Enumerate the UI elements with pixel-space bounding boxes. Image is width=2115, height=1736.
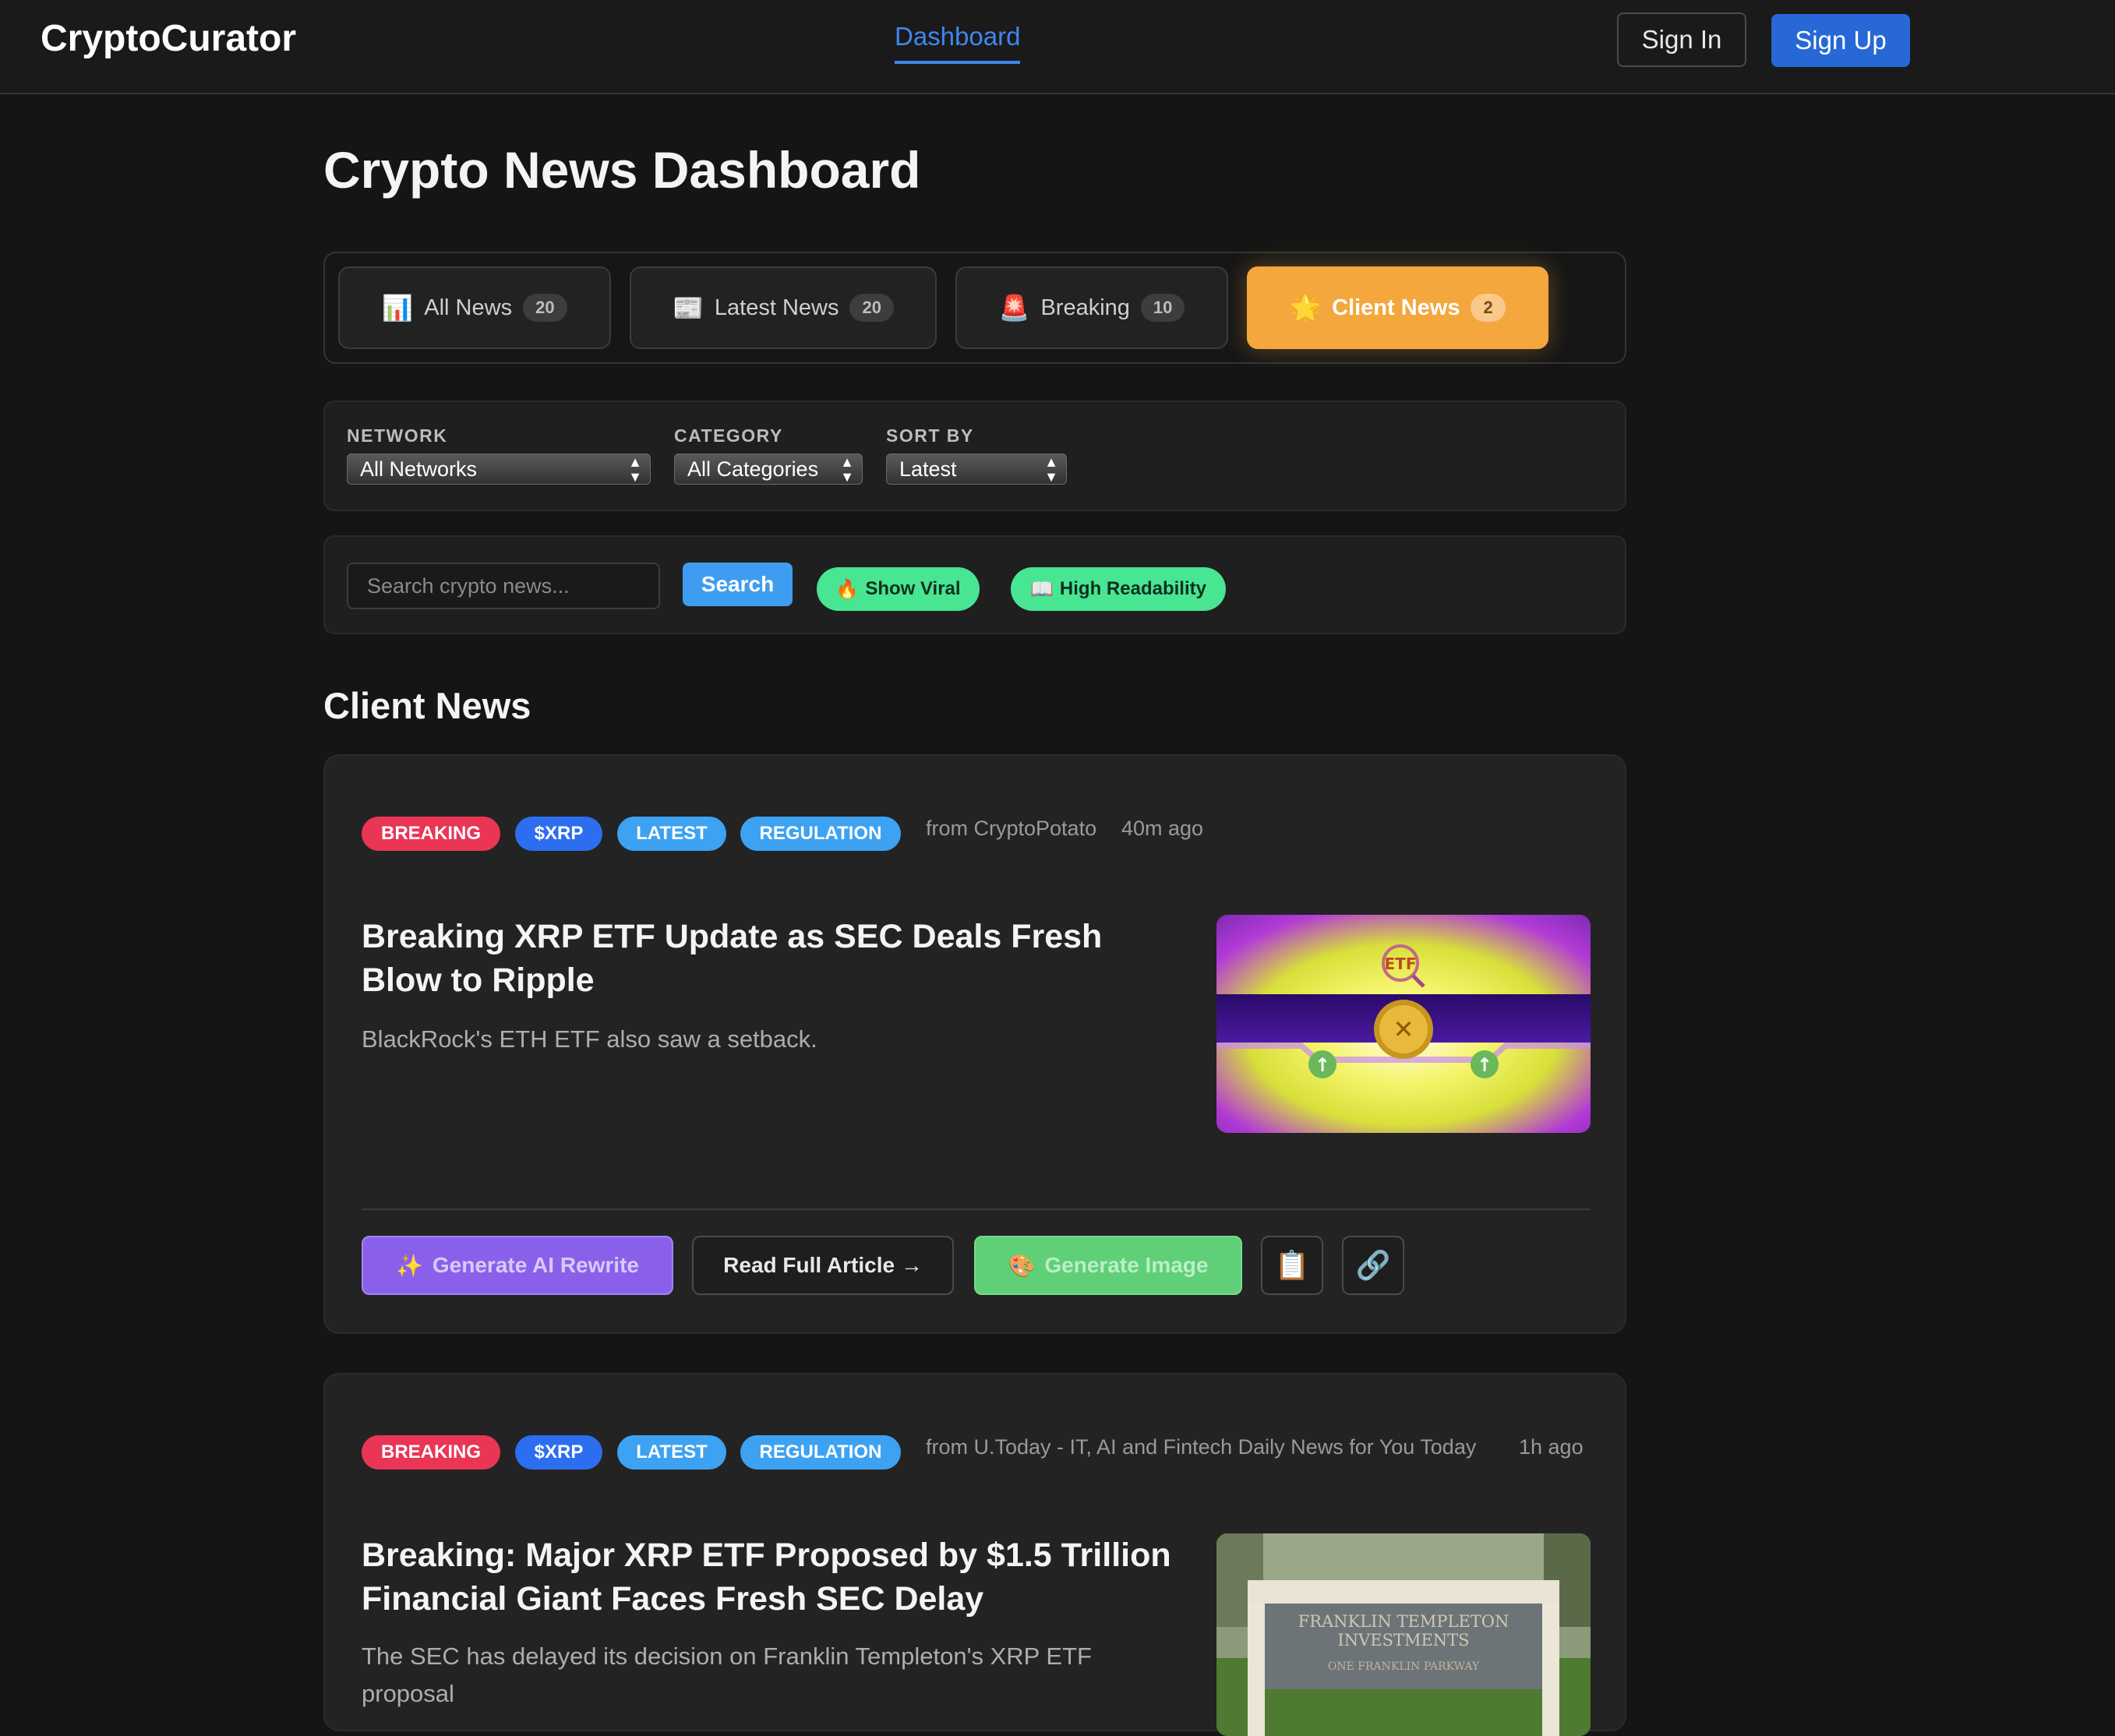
thumbnail-label: ETF	[1385, 954, 1417, 973]
news-card: BREAKING $XRP LATEST REGULATION from U.T…	[323, 1373, 1626, 1736]
tab-count-badge: 10	[1140, 294, 1185, 322]
generate-ai-rewrite-button[interactable]: ✨ Generate AI Rewrite	[362, 1236, 673, 1295]
siren-icon: 🚨	[998, 294, 1030, 322]
select-arrows-icon: ▲ ▼	[840, 454, 854, 485]
show-viral-label: Show Viral	[865, 578, 961, 599]
news-card: BREAKING $XRP LATEST REGULATION from Cry…	[323, 754, 1626, 1334]
tab-count-badge: 2	[1471, 294, 1506, 322]
sparkles-icon: ✨	[396, 1253, 423, 1278]
article-description: The SEC has delayed its decision on Fran…	[362, 1642, 1092, 1707]
card-divider	[362, 1208, 1591, 1210]
article-source: from CryptoPotato	[926, 817, 1097, 840]
palette-icon: 🎨	[1008, 1253, 1036, 1278]
tag-latest[interactable]: LATEST	[617, 817, 726, 851]
sign-up-button[interactable]: Sign Up	[1771, 14, 1910, 67]
category-select-value: All Categories	[687, 457, 819, 481]
article-title[interactable]: Breaking: Major XRP ETF Proposed by $1.5…	[362, 1533, 1172, 1621]
generate-image-button[interactable]: 🎨 Generate Image	[974, 1236, 1242, 1295]
tab-all-news[interactable]: 📊 All News 20	[338, 266, 611, 349]
copy-button[interactable]: 📋	[1261, 1236, 1323, 1295]
tag-latest[interactable]: LATEST	[617, 1435, 726, 1470]
tab-client-news[interactable]: 🌟 Client News 2	[1247, 266, 1548, 349]
clipboard-icon: 📋	[1274, 1249, 1310, 1281]
svg-text:↑: ↑	[1477, 1054, 1492, 1076]
tab-count-badge: 20	[523, 294, 567, 322]
link-icon: 🔗	[1355, 1249, 1391, 1281]
sort-select[interactable]: Latest ▲ ▼	[886, 453, 1067, 485]
star-icon: 🌟	[1290, 294, 1322, 322]
top-navbar: CryptoCurator Dashboard Sign In Sign Up	[0, 0, 2115, 94]
category-filter-label: CATEGORY	[674, 425, 783, 446]
svg-text:↑: ↑	[1315, 1054, 1330, 1076]
tag-breaking[interactable]: BREAKING	[362, 817, 500, 851]
select-arrows-icon: ▲ ▼	[1044, 454, 1058, 485]
network-select-value: All Networks	[360, 457, 478, 481]
news-tabs: 📊 All News 20 📰 Latest News 20 🚨 Breakin…	[323, 252, 1626, 364]
tag-regulation[interactable]: REGULATION	[740, 817, 901, 851]
thumbnail-sign-line-1: FRANKLIN TEMPLETON	[1298, 1612, 1509, 1631]
copy-link-button[interactable]: 🔗	[1342, 1236, 1404, 1295]
tag-coin[interactable]: $XRP	[515, 817, 602, 851]
search-panel: Search crypto news... Search 🔥 Show Vira…	[323, 535, 1626, 634]
high-readability-toggle[interactable]: 📖 High Readability	[1011, 567, 1226, 611]
bar-chart-icon: 📊	[382, 294, 414, 322]
sort-filter-label: SORT BY	[886, 425, 974, 446]
show-viral-toggle[interactable]: 🔥 Show Viral	[817, 567, 980, 611]
article-time: 40m ago	[1121, 817, 1204, 840]
article-thumbnail[interactable]: ✕ ETF ↑ ↑	[1216, 915, 1591, 1133]
tab-label: All News	[424, 295, 513, 320]
tab-label: Latest News	[714, 295, 839, 320]
article-thumbnail[interactable]: FRANKLIN TEMPLETON INVESTMENTS ONE FRANK…	[1216, 1533, 1591, 1736]
tab-count-badge: 20	[849, 294, 894, 322]
article-time: 1h ago	[1519, 1435, 1584, 1459]
read-full-article-button[interactable]: Read Full Article →	[692, 1236, 954, 1295]
sign-in-button[interactable]: Sign In	[1617, 12, 1746, 67]
newspaper-icon: 📰	[673, 294, 704, 322]
svg-text:✕: ✕	[1393, 1014, 1414, 1044]
brand-logo[interactable]: CryptoCurator	[41, 17, 296, 60]
select-arrows-icon: ▲ ▼	[628, 454, 642, 485]
filters-panel: NETWORK All Networks ▲ ▼ CATEGORY All Cat…	[323, 400, 1626, 511]
tag-regulation[interactable]: REGULATION	[740, 1435, 901, 1470]
tab-label: Breaking	[1040, 295, 1130, 320]
article-source: from U.Today - IT, AI and Fintech Daily …	[926, 1435, 1477, 1459]
thumbnail-sign-line-3: ONE FRANKLIN PARKWAY	[1328, 1660, 1480, 1673]
generate-ai-rewrite-label: Generate AI Rewrite	[432, 1253, 639, 1277]
sort-select-value: Latest	[899, 457, 957, 481]
network-select[interactable]: All Networks ▲ ▼	[347, 453, 651, 485]
nav-dashboard-link[interactable]: Dashboard	[895, 22, 1021, 64]
tab-latest-news[interactable]: 📰 Latest News 20	[630, 266, 937, 349]
tag-coin[interactable]: $XRP	[515, 1435, 602, 1470]
generate-image-label: Generate Image	[1044, 1253, 1209, 1277]
page-title: Crypto News Dashboard	[323, 141, 921, 199]
book-icon: 📖	[1030, 578, 1054, 600]
tab-label: Client News	[1332, 295, 1460, 320]
search-input[interactable]: Search crypto news...	[347, 563, 660, 609]
section-title: Client News	[323, 685, 531, 726]
tag-breaking[interactable]: BREAKING	[362, 1435, 500, 1470]
tab-breaking[interactable]: 🚨 Breaking 10	[955, 266, 1228, 349]
high-readability-label: High Readability	[1059, 578, 1206, 599]
search-button[interactable]: Search	[683, 563, 793, 606]
article-title[interactable]: Breaking XRP ETF Update as SEC Deals Fre…	[362, 915, 1172, 1002]
network-filter-label: NETWORK	[347, 425, 448, 446]
fire-icon: 🔥	[835, 578, 860, 600]
article-description: BlackRock's ETH ETF also saw a setback.	[362, 1025, 817, 1053]
category-select[interactable]: All Categories ▲ ▼	[674, 453, 863, 485]
thumbnail-sign-line-2: INVESTMENTS	[1337, 1631, 1469, 1650]
